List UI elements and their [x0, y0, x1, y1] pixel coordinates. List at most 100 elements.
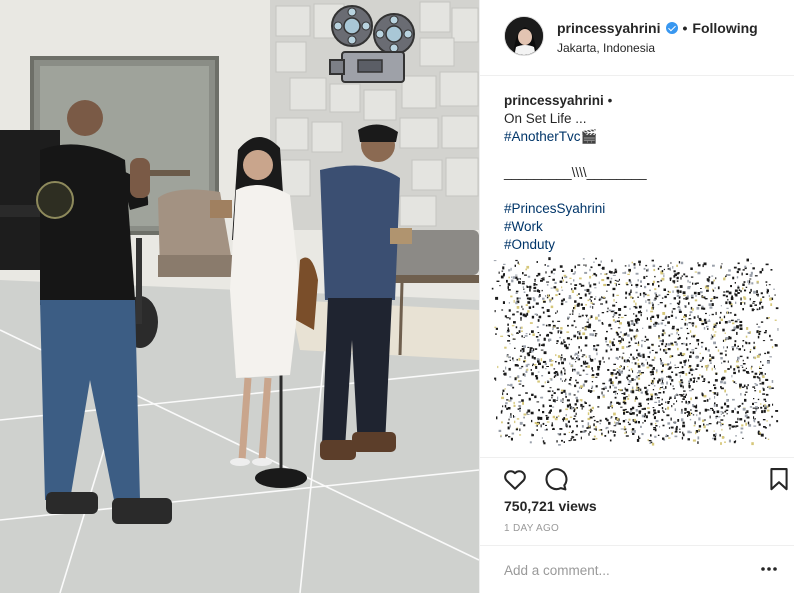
- caption-username-link[interactable]: princessyahrini: [504, 93, 604, 108]
- noise-dot: [615, 301, 618, 303]
- noise-dot: [558, 330, 562, 332]
- view-count[interactable]: 750,721 views: [504, 498, 597, 514]
- noise-dot: [693, 424, 696, 427]
- noise-dot: [495, 327, 498, 330]
- noise-dot: [640, 391, 643, 394]
- noise-dot: [623, 396, 627, 400]
- noise-dot: [638, 402, 642, 406]
- noise-dot: [614, 392, 616, 395]
- noise-dot: [682, 291, 686, 295]
- noise-dot: [546, 421, 550, 423]
- noise-dot: [542, 311, 545, 314]
- noise-dot: [769, 356, 772, 358]
- noise-dot: [696, 364, 699, 367]
- noise-dot: [519, 405, 522, 408]
- noise-dot: [643, 276, 646, 279]
- noise-dot: [578, 346, 580, 349]
- noise-dot: [722, 339, 724, 342]
- heart-icon[interactable]: [502, 466, 528, 492]
- noise-dot: [635, 330, 639, 332]
- noise-dot: [651, 442, 655, 446]
- noise-dot: [580, 365, 583, 367]
- noise-dot: [677, 419, 680, 422]
- comment-bubble-icon[interactable]: [542, 466, 568, 492]
- avatar[interactable]: [504, 16, 544, 56]
- noise-dot: [560, 377, 562, 381]
- noise-dot: [714, 379, 718, 382]
- noise-dot: [513, 404, 516, 407]
- noise-dot: [736, 331, 738, 335]
- noise-dot: [653, 416, 656, 420]
- noise-dot: [607, 390, 609, 392]
- noise-dot: [702, 296, 704, 298]
- noise-dot: [764, 427, 767, 429]
- noise-dot: [760, 292, 763, 295]
- noise-dot: [587, 412, 590, 416]
- noise-dot: [697, 262, 699, 265]
- location-link[interactable]: Jakarta, Indonesia: [557, 41, 655, 55]
- noise-dot: [757, 421, 760, 424]
- noise-dot: [726, 413, 728, 415]
- noise-dot: [731, 374, 733, 378]
- noise-dot: [633, 263, 636, 266]
- noise-dot: [753, 419, 756, 423]
- noise-dot: [676, 330, 679, 332]
- hashtag-link[interactable]: #AnotherTvc🎬: [504, 128, 784, 146]
- noise-dot: [622, 272, 626, 274]
- username-link[interactable]: princessyahrini: [557, 20, 661, 36]
- noise-dot: [601, 322, 604, 325]
- noise-dot: [720, 380, 723, 384]
- noise-dot: [662, 424, 665, 427]
- noise-dot: [591, 387, 593, 389]
- noise-dot: [590, 299, 592, 302]
- noise-dot: [533, 298, 536, 302]
- noise-dot: [725, 353, 727, 357]
- following-button[interactable]: Following: [692, 20, 757, 36]
- noise-dot: [534, 422, 537, 425]
- bookmark-icon[interactable]: [766, 466, 792, 492]
- hashtag-link[interactable]: #PrincesSyahrini: [504, 200, 784, 218]
- noise-dot: [618, 278, 620, 281]
- noise-dot: [552, 320, 554, 323]
- noise-dot: [680, 276, 682, 280]
- noise-dot: [669, 396, 672, 399]
- noise-dot: [638, 421, 640, 424]
- noise-dot: [603, 283, 606, 287]
- post-media-video[interactable]: [0, 0, 479, 593]
- post-timestamp[interactable]: 1 DAY AGO: [504, 523, 559, 534]
- noise-dot: [578, 315, 582, 318]
- noise-dot: [713, 403, 716, 407]
- noise-dot: [634, 362, 637, 365]
- noise-dot: [717, 286, 720, 290]
- noise-dot: [571, 313, 574, 315]
- noise-dot: [760, 298, 762, 302]
- noise-dot: [687, 411, 690, 414]
- noise-dot: [727, 311, 728, 314]
- noise-dot: [565, 418, 568, 421]
- noise-dot: [735, 382, 737, 384]
- noise-dot: [675, 373, 678, 376]
- noise-dot: [598, 360, 602, 363]
- hashtag-link[interactable]: #Work: [504, 218, 784, 236]
- noise-dot: [765, 378, 769, 381]
- noise-dot: [634, 318, 638, 322]
- noise-dot: [544, 264, 546, 266]
- noise-dot: [654, 292, 657, 295]
- noise-dot: [561, 354, 563, 356]
- noise-dot: [667, 264, 669, 268]
- noise-dot: [503, 263, 506, 265]
- more-options-icon[interactable]: [759, 562, 779, 576]
- comment-input[interactable]: [504, 560, 744, 580]
- noise-dot: [570, 269, 573, 272]
- noise-dot: [561, 401, 564, 403]
- noise-dot: [533, 364, 537, 366]
- noise-dot: [534, 395, 537, 399]
- noise-dot: [675, 427, 678, 431]
- noise-dot: [721, 423, 724, 425]
- noise-dot: [500, 410, 503, 414]
- hashtag-link[interactable]: #Onduty: [504, 236, 784, 254]
- noise-dot: [652, 407, 655, 409]
- noise-dot: [623, 305, 627, 308]
- noise-dot: [505, 434, 508, 436]
- noise-dot: [561, 276, 563, 280]
